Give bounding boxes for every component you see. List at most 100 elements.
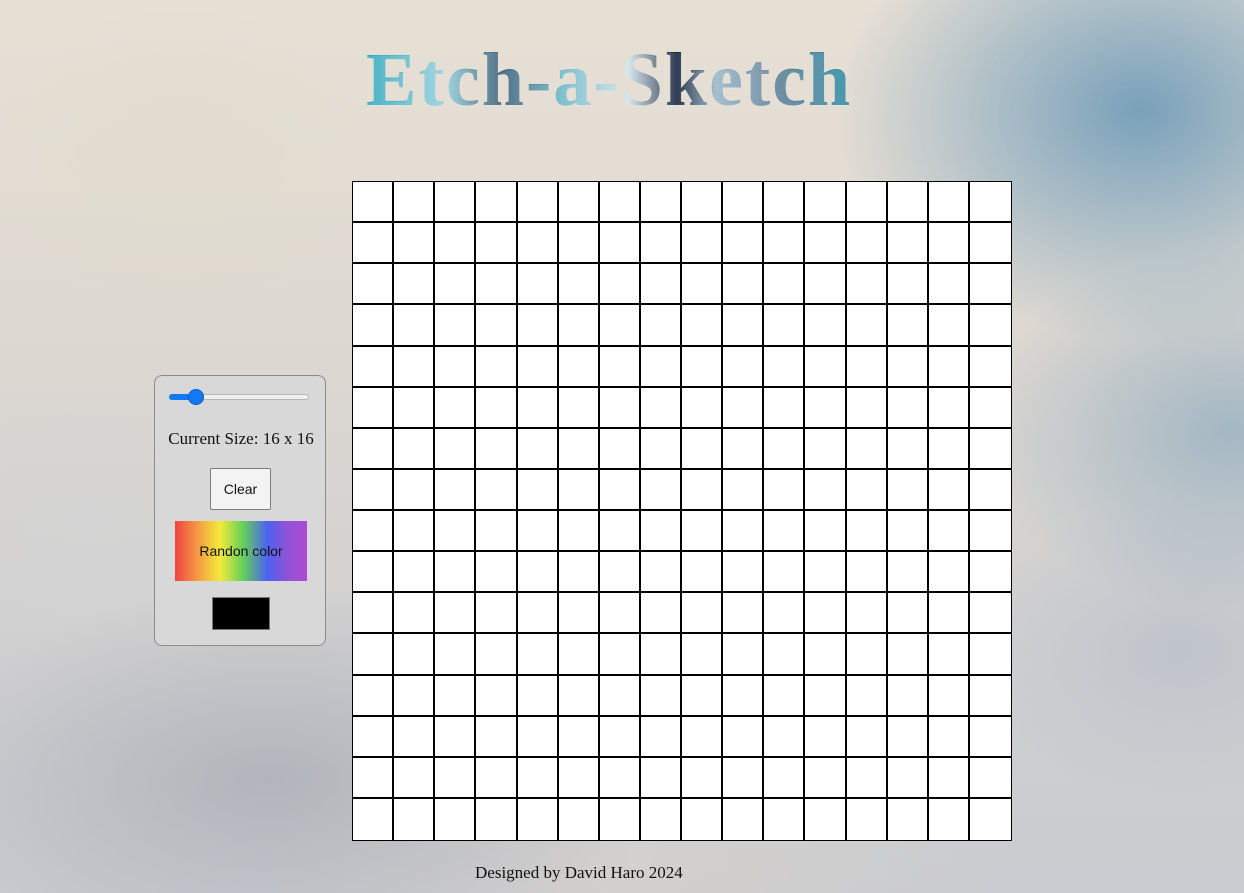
grid-cell[interactable] (887, 387, 929, 429)
grid-cell[interactable] (805, 223, 847, 265)
grid-cell[interactable] (640, 182, 682, 224)
grid-cell[interactable] (723, 264, 765, 306)
grid-cell[interactable] (435, 387, 477, 429)
grid-cell[interactable] (723, 428, 765, 470)
grid-cell[interactable] (558, 716, 600, 758)
grid-cell[interactable] (394, 182, 436, 224)
clear-button[interactable]: Clear (210, 468, 271, 510)
grid-cell[interactable] (640, 387, 682, 429)
grid-cell[interactable] (517, 634, 559, 676)
grid-cell[interactable] (476, 798, 518, 840)
grid-cell[interactable] (353, 634, 395, 676)
grid-cell[interactable] (353, 798, 395, 840)
grid-cell[interactable] (887, 716, 929, 758)
grid-cell[interactable] (846, 552, 888, 594)
grid-cell[interactable] (846, 264, 888, 306)
grid-cell[interactable] (394, 798, 436, 840)
grid-cell[interactable] (517, 552, 559, 594)
grid-cell[interactable] (558, 305, 600, 347)
grid-cell[interactable] (928, 387, 970, 429)
grid-cell[interactable] (764, 469, 806, 511)
grid-cell[interactable] (969, 223, 1011, 265)
grid-cell[interactable] (558, 428, 600, 470)
grid-cell[interactable] (682, 469, 724, 511)
grid-cell[interactable] (476, 182, 518, 224)
grid-cell[interactable] (558, 675, 600, 717)
grid-cell[interactable] (558, 511, 600, 553)
grid-cell[interactable] (969, 469, 1011, 511)
grid-cell[interactable] (928, 675, 970, 717)
grid-cell[interactable] (928, 511, 970, 553)
grid-cell[interactable] (682, 223, 724, 265)
grid-cell[interactable] (353, 593, 395, 635)
grid-cell[interactable] (640, 469, 682, 511)
grid-cell[interactable] (682, 387, 724, 429)
grid-cell[interactable] (394, 593, 436, 635)
grid-cell[interactable] (805, 552, 847, 594)
grid-cell[interactable] (394, 428, 436, 470)
grid-cell[interactable] (764, 428, 806, 470)
grid-cell[interactable] (353, 675, 395, 717)
grid-cell[interactable] (640, 346, 682, 388)
grid-cell[interactable] (846, 346, 888, 388)
grid-cell[interactable] (969, 387, 1011, 429)
grid-cell[interactable] (969, 346, 1011, 388)
grid-cell[interactable] (764, 552, 806, 594)
grid-cell[interactable] (928, 264, 970, 306)
grid-cell[interactable] (887, 675, 929, 717)
grid-cell[interactable] (435, 634, 477, 676)
grid-cell[interactable] (599, 305, 641, 347)
grid-cell[interactable] (846, 511, 888, 553)
grid-cell[interactable] (764, 346, 806, 388)
grid-cell[interactable] (353, 264, 395, 306)
grid-cell[interactable] (435, 593, 477, 635)
grid-cell[interactable] (435, 757, 477, 799)
grid-cell[interactable] (887, 346, 929, 388)
grid-cell[interactable] (558, 757, 600, 799)
grid-cell[interactable] (969, 182, 1011, 224)
grid-cell[interactable] (517, 798, 559, 840)
grid-cell[interactable] (723, 716, 765, 758)
grid-cell[interactable] (805, 346, 847, 388)
grid-cell[interactable] (640, 264, 682, 306)
grid-cell[interactable] (517, 716, 559, 758)
grid-cell[interactable] (928, 552, 970, 594)
grid-cell[interactable] (805, 716, 847, 758)
grid-cell[interactable] (723, 798, 765, 840)
grid-cell[interactable] (394, 757, 436, 799)
grid-cell[interactable] (476, 387, 518, 429)
grid-cell[interactable] (394, 223, 436, 265)
grid-cell[interactable] (764, 675, 806, 717)
grid-cell[interactable] (723, 757, 765, 799)
grid-cell[interactable] (805, 182, 847, 224)
grid-cell[interactable] (640, 675, 682, 717)
grid-cell[interactable] (887, 264, 929, 306)
grid-cell[interactable] (723, 387, 765, 429)
grid-cell[interactable] (394, 264, 436, 306)
grid-cell[interactable] (928, 182, 970, 224)
grid-cell[interactable] (353, 428, 395, 470)
grid-cell[interactable] (805, 798, 847, 840)
grid-cell[interactable] (476, 757, 518, 799)
grid-cell[interactable] (517, 346, 559, 388)
grid-cell[interactable] (558, 469, 600, 511)
grid-cell[interactable] (435, 798, 477, 840)
grid-cell[interactable] (476, 264, 518, 306)
grid-cell[interactable] (394, 552, 436, 594)
grid-cell[interactable] (764, 798, 806, 840)
grid-cell[interactable] (723, 675, 765, 717)
grid-cell[interactable] (764, 182, 806, 224)
grid-cell[interactable] (599, 798, 641, 840)
grid-cell[interactable] (887, 223, 929, 265)
grid-cell[interactable] (353, 182, 395, 224)
grid-cell[interactable] (723, 346, 765, 388)
grid-cell[interactable] (558, 223, 600, 265)
grid-cell[interactable] (435, 428, 477, 470)
grid-cell[interactable] (394, 675, 436, 717)
grid-cell[interactable] (517, 305, 559, 347)
grid-cell[interactable] (517, 182, 559, 224)
grid-cell[interactable] (764, 634, 806, 676)
grid-cell[interactable] (435, 182, 477, 224)
grid-cell[interactable] (435, 469, 477, 511)
grid-cell[interactable] (764, 223, 806, 265)
